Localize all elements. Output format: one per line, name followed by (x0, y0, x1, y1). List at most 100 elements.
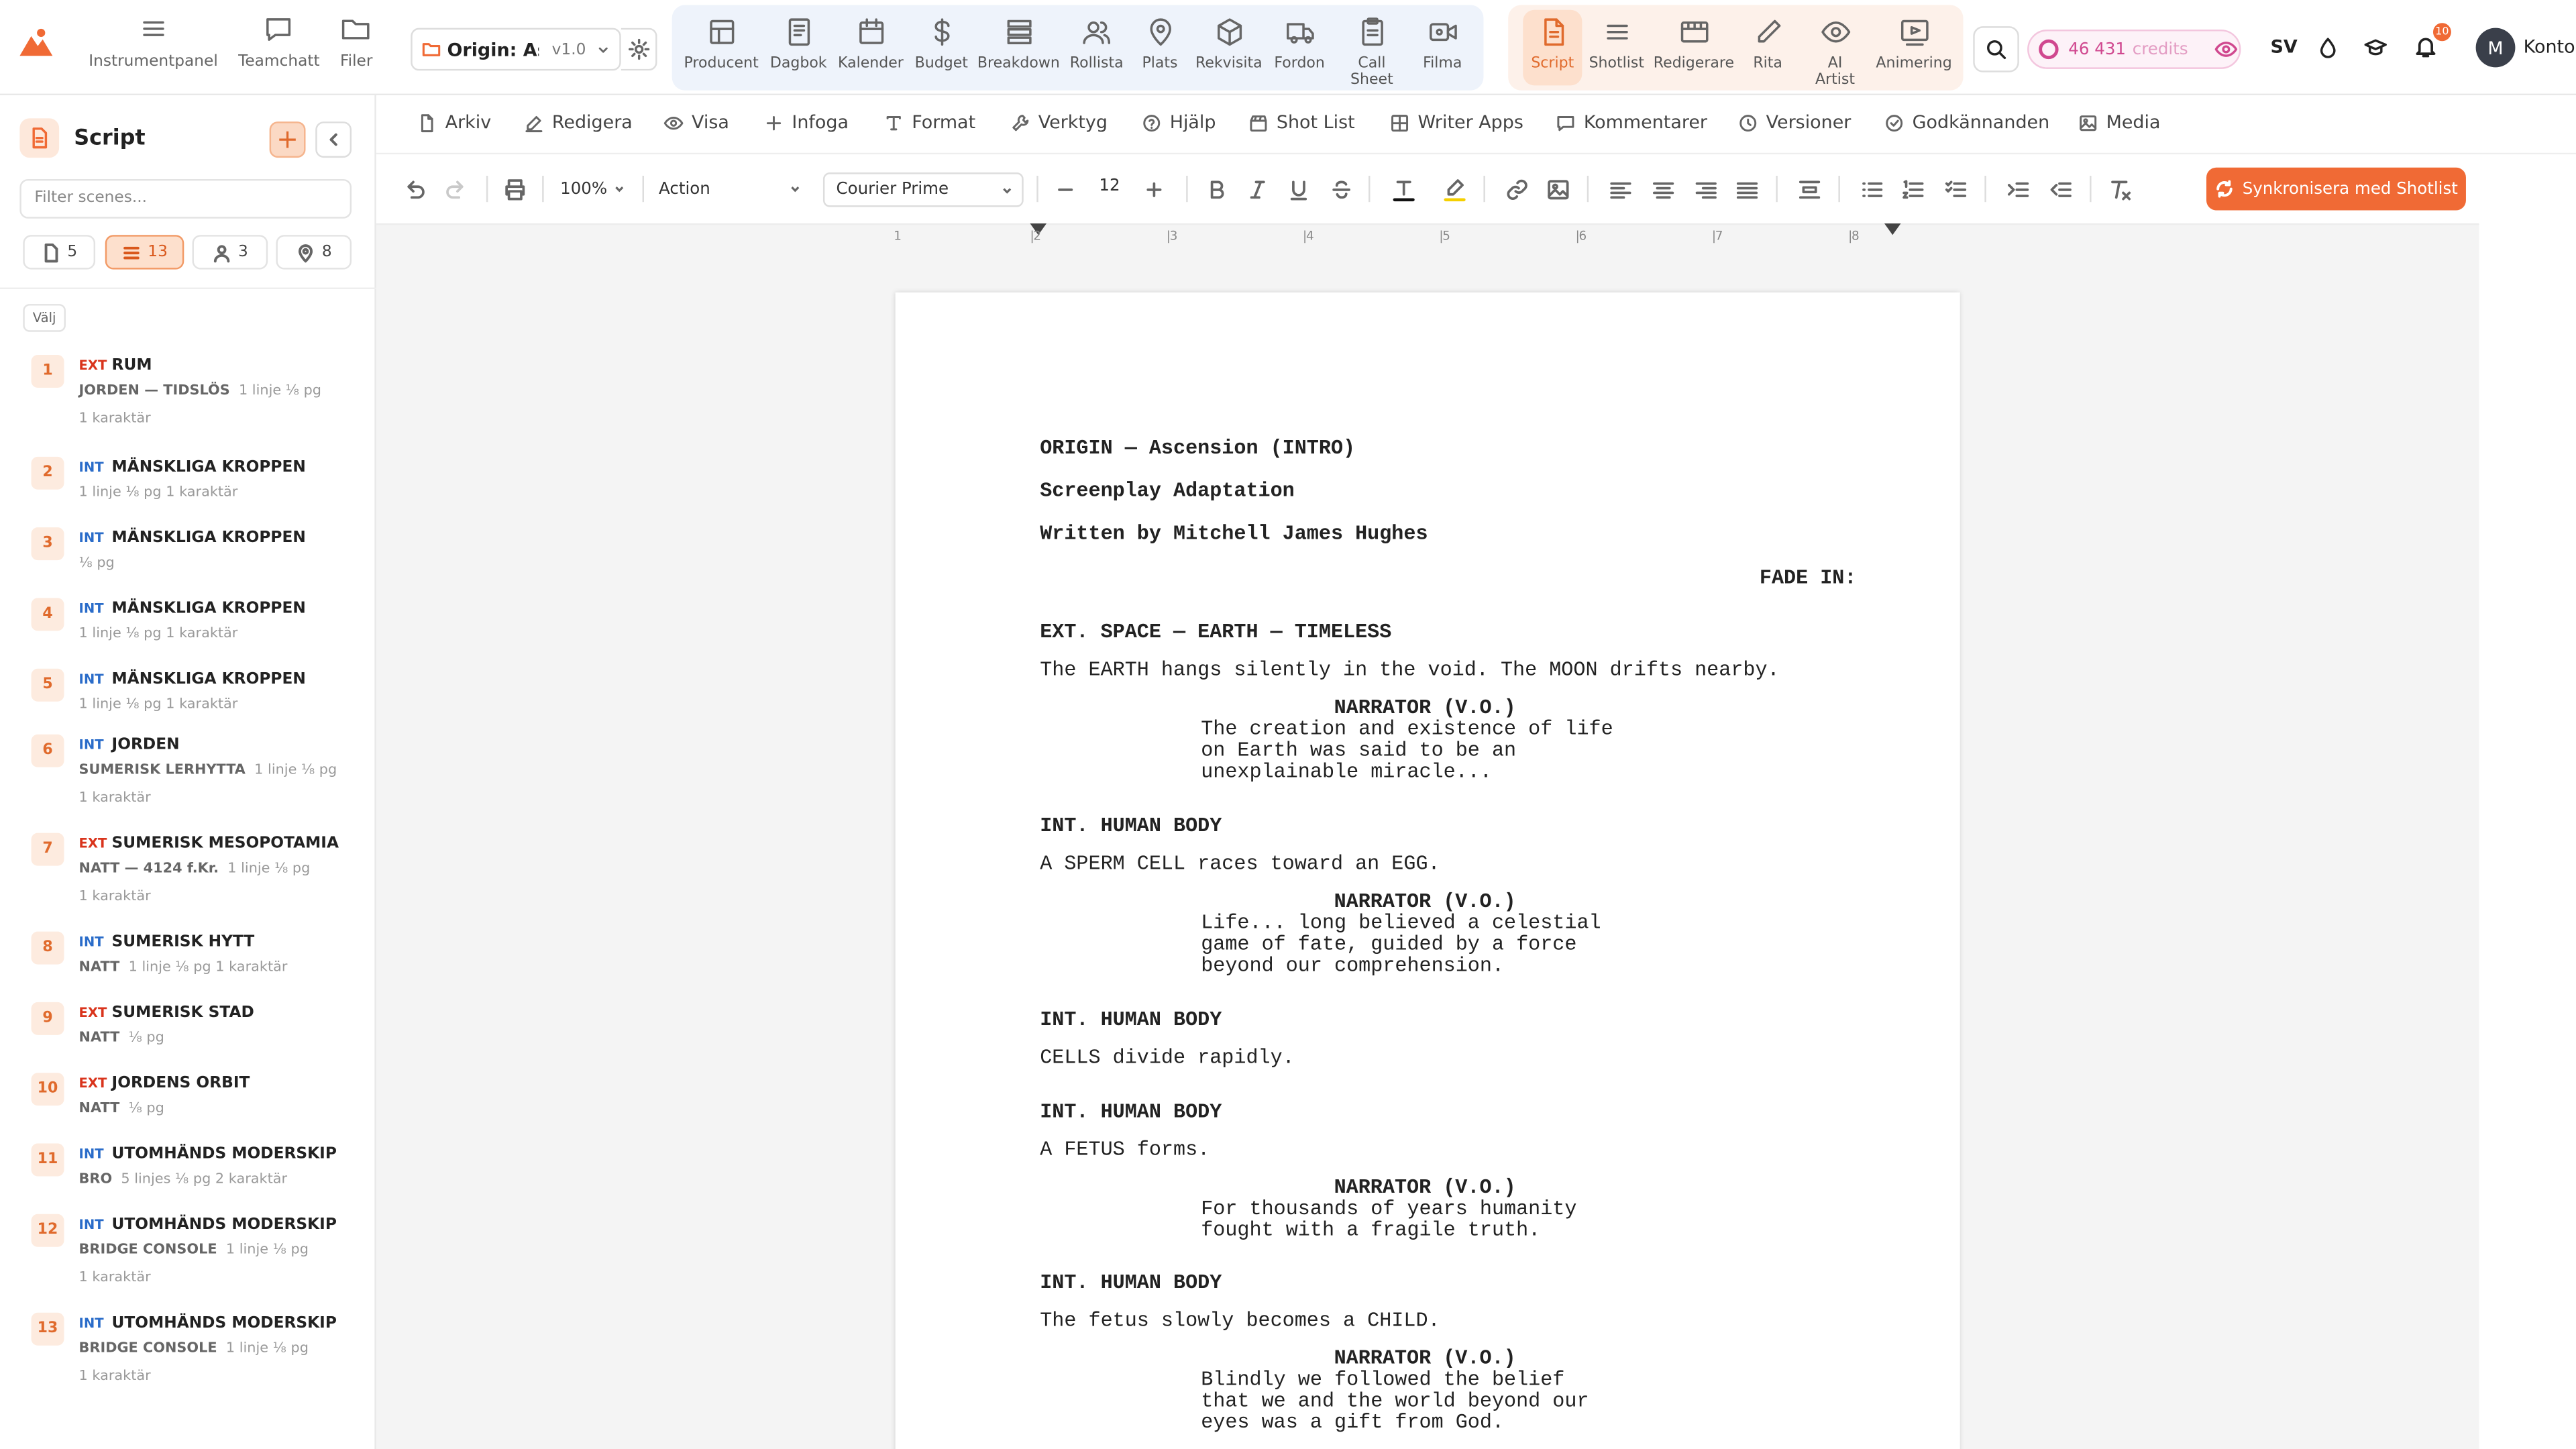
module-ai-artist[interactable]: AI Artist (1814, 10, 1857, 89)
module-rekvisita[interactable]: Rekvisita (1194, 10, 1263, 72)
bullet-list-button[interactable] (1856, 174, 1886, 204)
nav-filer[interactable]: Filer (340, 13, 372, 71)
redo-button[interactable] (440, 174, 470, 204)
increase-font-size-button[interactable] (1138, 174, 1168, 204)
stat-characters[interactable]: 3 (192, 235, 268, 270)
scene-item[interactable]: 6 INT JORDEN SUMERISK LERHYTTA 1 linje ⅛ pg… (0, 734, 376, 814)
module-rollista[interactable]: Rollista (1066, 10, 1127, 72)
script-line[interactable]: Screenplay Adaptation (1040, 480, 1295, 503)
menu-media[interactable]: Media (2078, 112, 2161, 133)
script-line[interactable]: NARRATOR (V.O.) (1334, 698, 1516, 720)
script-line[interactable]: CELLS divide rapidly. (1040, 1047, 1295, 1069)
scene-item[interactable]: 9 EXT SUMERISK STAD NATT ⅛ pg (0, 1002, 376, 1081)
align-justify-button[interactable] (1731, 174, 1761, 204)
select-button[interactable]: Välj (23, 304, 66, 332)
scene-item[interactable]: 12 INT UTOMHÄNDS MODERSKIP BRIDGE CONSOLE 1… (0, 1214, 376, 1293)
clear-formatting-button[interactable] (2104, 174, 2134, 204)
strikethrough-button[interactable] (1326, 174, 1355, 204)
scene-item[interactable]: 8 INT SUMERISK HYTT NATT 1 linje ⅛ pg 1 kar… (0, 931, 376, 1011)
bell-icon[interactable] (2414, 34, 2438, 59)
menu-infoga[interactable]: Infoga (764, 112, 849, 133)
menu-arkiv[interactable]: Arkiv (417, 112, 491, 133)
script-line[interactable]: on Earth was said to be an (1201, 740, 1516, 762)
align-right-button[interactable] (1690, 174, 1720, 204)
script-line[interactable]: unexplainable miracle... (1201, 761, 1492, 784)
module-animering[interactable]: Animering (1876, 10, 1952, 72)
script-line[interactable]: FADE IN: (1760, 568, 1857, 590)
module-plats[interactable]: Plats (1137, 10, 1183, 72)
sync-shotlist-button[interactable]: Synkronisera med Shotlist (2206, 167, 2466, 211)
scene-filter-input[interactable]: Filter scenes... (19, 178, 352, 219)
nav-teamchatt[interactable]: Teamchatt (238, 13, 320, 71)
module-call-sheet[interactable]: Call Sheet (1340, 10, 1403, 89)
graduation-cap-icon[interactable] (2364, 36, 2387, 59)
script-line[interactable]: INT. HUMAN BODY (1040, 816, 1222, 838)
script-line[interactable]: Life... long believed a celestial (1201, 912, 1601, 935)
add-scene-button[interactable]: + (269, 121, 306, 158)
font-family-select[interactable]: Courier Prime (822, 172, 1024, 207)
module-shotlist[interactable]: Shotlist (1587, 10, 1646, 72)
insert-image-button[interactable] (1543, 174, 1572, 204)
script-line[interactable]: A FETUS forms. (1040, 1139, 1210, 1162)
scene-item[interactable]: 13 INT UTOMHÄNDS MODERSKIP BRIDGE CONSOLE 1… (0, 1312, 376, 1392)
search-button[interactable] (1973, 26, 2019, 72)
link-button[interactable] (1501, 174, 1531, 204)
stat-pages[interactable]: 5 (23, 235, 96, 270)
stat-scenes[interactable]: 13 (105, 235, 184, 270)
script-line[interactable]: The fetus slowly becomes a CHILD. (1040, 1310, 1440, 1332)
script-line[interactable]: The EARTH hangs silently in the void. Th… (1040, 659, 1779, 682)
nav-instrumentpanel[interactable]: Instrumentpanel (89, 13, 218, 71)
script-line[interactable]: NARRATOR (V.O.) (1334, 1177, 1516, 1199)
scene-item[interactable]: 11 INT UTOMHÄNDS MODERSKIP BRO 5 linjes ⅛ p… (0, 1143, 376, 1223)
zoom-select[interactable]: 100% (560, 172, 634, 207)
script-line[interactable]: eyes was a gift from God. (1201, 1412, 1504, 1434)
menu-versioner[interactable]: Versioner (1738, 112, 1851, 133)
script-line[interactable]: ORIGIN — Ascension (INTRO) (1040, 438, 1355, 460)
stat-locations[interactable]: 8 (276, 235, 352, 270)
align-left-button[interactable] (1605, 174, 1635, 204)
script-line[interactable]: For thousands of years humanity (1201, 1199, 1576, 1221)
project-selector[interactable]: Origin: As... v1.0 (411, 28, 621, 71)
module-dagbok[interactable]: Dagbok (769, 10, 828, 72)
script-line[interactable]: NARRATOR (V.O.) (1334, 892, 1516, 914)
menu-redigera[interactable]: Redigera (524, 112, 633, 133)
module-kalender[interactable]: Kalender (838, 10, 904, 72)
script-line[interactable]: NARRATOR (V.O.) (1334, 1348, 1516, 1371)
underline-button[interactable] (1283, 174, 1313, 204)
script-page[interactable]: ORIGIN — Ascension (INTRO) Screenplay Ada… (895, 292, 1960, 1449)
highlight-button[interactable] (1439, 174, 1468, 204)
vertical-align-button[interactable] (1794, 174, 1823, 204)
module-filma[interactable]: Filma (1413, 10, 1472, 72)
module-script[interactable]: Script (1523, 9, 1582, 86)
menu-writer-apps[interactable]: Writer Apps (1390, 112, 1523, 133)
align-center-button[interactable] (1648, 174, 1677, 204)
checklist-button[interactable] (1940, 174, 1970, 204)
undo-button[interactable] (399, 174, 429, 204)
ruler-right-margin-marker[interactable] (1884, 223, 1901, 235)
decrease-font-size-button[interactable] (1050, 174, 1079, 204)
menu-format[interactable]: Format (884, 112, 975, 133)
avatar[interactable]: M (2475, 28, 2516, 68)
script-line[interactable]: Blindly we followed the belief (1201, 1369, 1564, 1391)
module-fordon[interactable]: Fordon (1270, 10, 1329, 72)
script-line[interactable]: INT. HUMAN BODY (1040, 1102, 1222, 1124)
scene-item[interactable]: 7 EXT SUMERISK MESOPOTAMIA NATT — 4124 f.Kr… (0, 833, 376, 912)
menu-verktyg[interactable]: Verktyg (1010, 112, 1108, 133)
script-line[interactable]: A SPERM CELL races toward an EGG. (1040, 853, 1440, 875)
module-rita[interactable]: Rita (1746, 10, 1789, 72)
italic-button[interactable] (1242, 174, 1271, 204)
bold-button[interactable] (1201, 174, 1230, 204)
account-label[interactable]: Konto (2524, 36, 2575, 58)
element-type-select[interactable]: Action (659, 172, 810, 207)
numbered-list-button[interactable] (1898, 174, 1927, 204)
script-line[interactable]: game of fate, guided by a force (1201, 934, 1576, 956)
indent-button[interactable] (2002, 174, 2032, 204)
menu-godkannanden[interactable]: Godkännanden (1884, 112, 2049, 133)
menu-visa[interactable]: Visa (663, 112, 729, 133)
credits-badge[interactable]: 46 431 credits (2027, 30, 2241, 69)
drop-icon[interactable] (2316, 36, 2339, 59)
scene-item[interactable]: 4 INT MÄNSKLIGA KROPPEN 1 linje ⅛ pg 1 kara… (0, 598, 376, 677)
app-logo-icon[interactable] (16, 26, 56, 59)
language-switch[interactable]: SV (2271, 36, 2298, 58)
font-size-value[interactable]: 12 (1099, 177, 1120, 195)
